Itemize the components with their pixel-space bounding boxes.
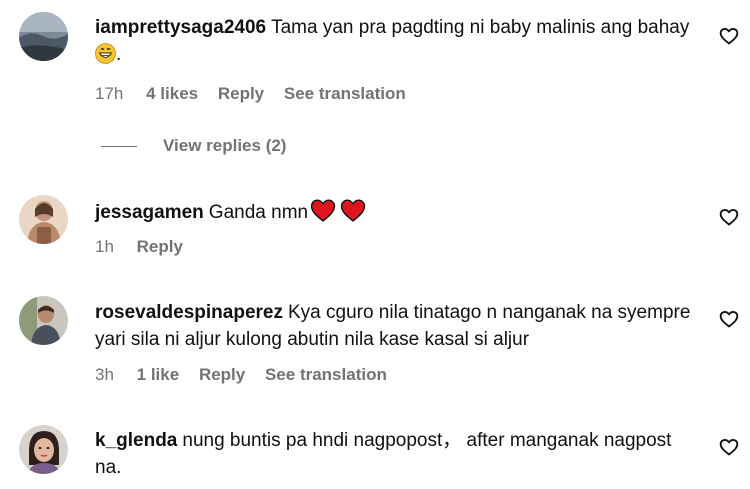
view-replies-divider [101,146,137,148]
red-heart-emoji-icon [308,198,338,230]
comment-text-block: rosevaldespinaperez Kya cguro nila tinata… [95,299,695,353]
see-translation-link[interactable]: See translation [265,365,387,384]
avatar-image [19,296,68,345]
reply-button[interactable]: Reply [218,84,264,103]
comment-username[interactable]: jessagamen [95,202,204,223]
reply-button[interactable]: Reply [137,237,183,256]
comment-text-block: iamprettysaga2406 Tama yan pra pagdting n… [95,14,695,72]
comment-username[interactable]: iamprettysaga2406 [95,17,266,38]
comment-body: Tama yan pra pagdting ni baby malinis an… [271,17,690,38]
avatar[interactable] [19,425,68,474]
comment-meta: 3h 1 like Reply See translation [95,365,402,385]
comment-body-suffix: . [116,44,122,65]
see-translation-link[interactable]: See translation [284,84,406,103]
red-heart-emoji-icon [338,198,368,230]
avatar-image [19,12,68,61]
reply-button[interactable]: Reply [199,365,245,384]
avatar-image [19,425,68,474]
view-replies-button[interactable]: View replies (2) [101,136,286,158]
comment-body: Ganda nmn [208,202,309,223]
comment-body: nung buntis pa hndi nagpopost， after man… [95,430,672,478]
comment-text-block: jessagamen Ganda nmn [95,198,695,230]
heart-outline-icon[interactable] [719,309,739,329]
heart-outline-icon[interactable] [719,437,739,457]
comment-meta: 1h Reply [95,237,198,257]
avatar[interactable] [19,12,68,61]
comment-time: 3h [95,365,114,384]
likes-count[interactable]: 4 likes [146,84,198,103]
avatar[interactable] [19,195,68,244]
grinning-emoji-icon [95,43,116,72]
view-replies-label: View replies (2) [163,136,287,155]
comment-username[interactable]: rosevaldespinaperez [95,302,283,323]
heart-outline-icon[interactable] [719,207,739,227]
heart-outline-icon[interactable] [719,26,739,46]
comment-text-block: k_glenda nung buntis pa hndi nagpopost， a… [95,427,695,481]
comment-time: 1h [95,237,114,256]
likes-count[interactable]: 1 like [137,365,180,384]
avatar[interactable] [19,296,68,345]
avatar-image [19,195,68,244]
comment-username[interactable]: k_glenda [95,430,177,451]
comment-time: 17h [95,84,124,103]
comment-meta: 17h 4 likes Reply See translation [95,84,421,104]
